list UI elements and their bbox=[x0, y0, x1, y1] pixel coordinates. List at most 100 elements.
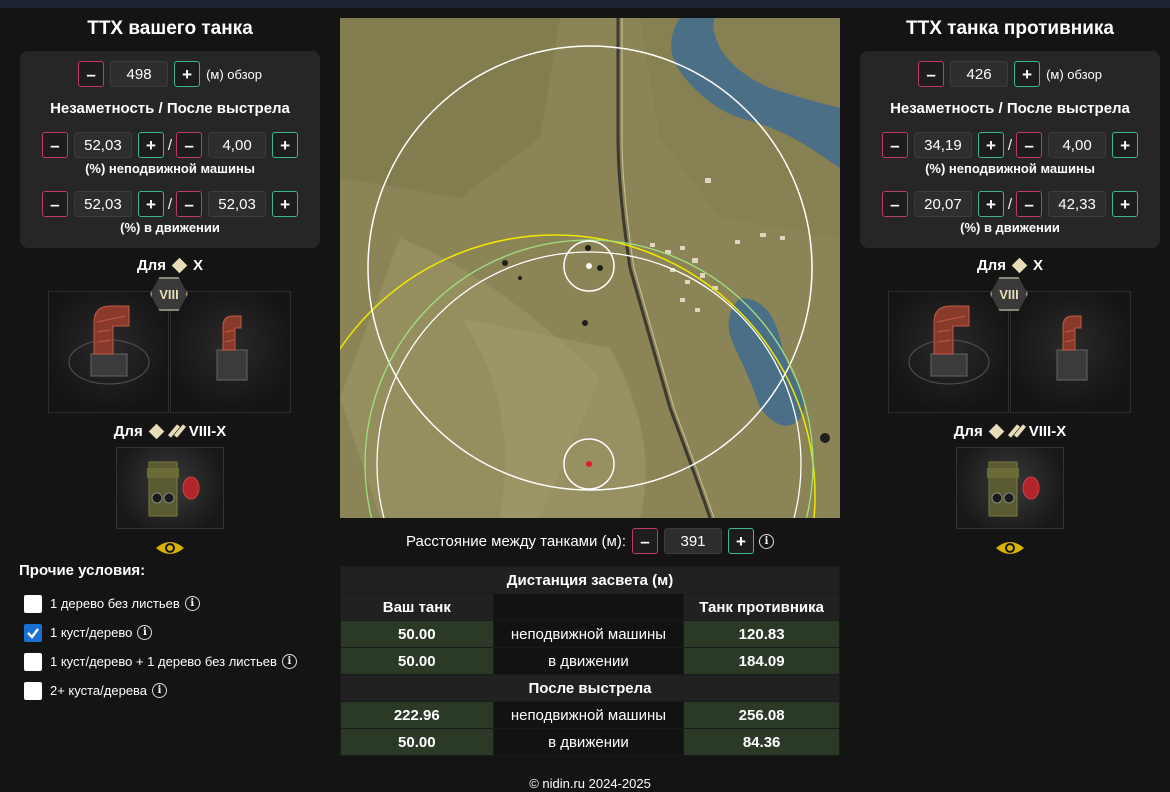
mode-label: неподвижной машины bbox=[492, 701, 685, 729]
eye-icon[interactable] bbox=[155, 539, 185, 557]
battle-map[interactable] bbox=[340, 18, 840, 518]
view-range-plus-button[interactable]: + bbox=[1014, 61, 1041, 87]
condition-checkbox[interactable] bbox=[24, 652, 42, 671]
info-icon[interactable]: i bbox=[152, 683, 168, 698]
other-conditions: Прочие условия: 1 дерево без листьев i 1… bbox=[19, 562, 339, 705]
view-range-input[interactable]: 498 bbox=[110, 61, 169, 87]
equipment-tier-heading: Для X bbox=[20, 255, 320, 275]
moving-camo-minus-button[interactable]: – bbox=[41, 191, 68, 217]
distance-input[interactable]: 391 bbox=[664, 528, 723, 554]
condition-row[interactable]: 1 куст/дерево + 1 дерево без листьев i bbox=[19, 647, 339, 676]
moving-camo-minus-button[interactable]: – bbox=[881, 191, 908, 217]
condition-checkbox[interactable] bbox=[24, 623, 42, 642]
tier-label: X bbox=[192, 256, 203, 274]
condition-label: 2+ куста/дерева bbox=[50, 683, 148, 698]
detection-table: Дистанция засвета (м) Ваш танк Танк прот… bbox=[340, 566, 840, 756]
stationary-row: – 34,19 + / – 4,00 + bbox=[860, 132, 1160, 158]
enemy-value: 120.83 bbox=[683, 620, 840, 648]
stationary-row: – 52,03 + / – 4,00 + bbox=[20, 132, 320, 158]
enemy-value: 84.36 bbox=[683, 728, 840, 756]
stationary-camo-input[interactable]: 52,03 bbox=[73, 132, 132, 158]
separator: / bbox=[1007, 136, 1013, 154]
moving-shot-input[interactable]: 42,33 bbox=[1048, 191, 1107, 217]
view-range-plus-button[interactable]: + bbox=[174, 61, 201, 87]
stationary-caption: (%) неподвижной машины bbox=[925, 161, 1095, 176]
moving-camo-plus-button[interactable]: + bbox=[137, 191, 164, 217]
table-row: 222.96 неподвижной машины 256.08 bbox=[340, 701, 840, 729]
enemy-value: 184.09 bbox=[683, 647, 840, 675]
moving-shot-plus-button[interactable]: + bbox=[272, 191, 299, 217]
eye-icon[interactable] bbox=[995, 539, 1025, 557]
tier-diamond-icon bbox=[171, 257, 188, 273]
moving-shot-minus-button[interactable]: – bbox=[176, 191, 203, 217]
view-range-label: (м) обзор bbox=[1046, 66, 1102, 82]
stationary-shot-plus-button[interactable]: + bbox=[1112, 132, 1139, 158]
improved-ventilation-equipment-slot[interactable] bbox=[1010, 291, 1131, 413]
condition-row[interactable]: 1 дерево без листьев i bbox=[19, 589, 339, 618]
stationary-shot-minus-button[interactable]: – bbox=[1016, 132, 1043, 158]
tier-label: VIII-X bbox=[1028, 422, 1067, 440]
moving-camo-input[interactable]: 52,03 bbox=[73, 191, 132, 217]
moving-camo-plus-button[interactable]: + bbox=[977, 191, 1004, 217]
condition-label: 1 дерево без листьев bbox=[50, 596, 180, 611]
view-range-input[interactable]: 426 bbox=[950, 61, 1009, 87]
tier-diamond-icon bbox=[988, 423, 1004, 439]
ventilation-icon bbox=[68, 305, 150, 385]
moving-shot-input[interactable]: 52,03 bbox=[208, 191, 267, 217]
view-range-label: (м) обзор bbox=[206, 66, 262, 82]
optics-equipment-slot[interactable] bbox=[956, 447, 1064, 529]
for-label: Для bbox=[113, 422, 143, 440]
view-range-minus-button[interactable]: – bbox=[78, 61, 105, 87]
info-icon[interactable]: i bbox=[184, 596, 200, 611]
optics-icon bbox=[147, 461, 200, 517]
yours-value: 50.00 bbox=[340, 620, 494, 648]
moving-shot-plus-button[interactable]: + bbox=[1112, 191, 1139, 217]
separator: / bbox=[167, 195, 173, 213]
stationary-camo-minus-button[interactable]: – bbox=[41, 132, 68, 158]
stationary-shot-minus-button[interactable]: – bbox=[176, 132, 203, 158]
condition-checkbox[interactable] bbox=[24, 594, 42, 613]
condition-label: 1 куст/дерево bbox=[50, 625, 133, 640]
your-tank-column: ТТХ вашего танка – 498 + (м) обзор Незам… bbox=[20, 8, 320, 557]
ventilation-icon bbox=[216, 315, 248, 381]
map-graphic bbox=[340, 18, 840, 518]
moving-shot-minus-button[interactable]: – bbox=[1016, 191, 1043, 217]
yours-value: 50.00 bbox=[340, 728, 494, 756]
stationary-camo-plus-button[interactable]: + bbox=[137, 132, 164, 158]
ventilation-icon bbox=[908, 305, 990, 385]
table-title: Дистанция засвета (м) bbox=[340, 566, 840, 594]
condition-checkbox[interactable] bbox=[24, 681, 42, 700]
distance-plus-button[interactable]: + bbox=[728, 528, 755, 554]
stationary-camo-input[interactable]: 34,19 bbox=[913, 132, 972, 158]
stationary-shot-input[interactable]: 4,00 bbox=[208, 132, 267, 158]
your-tank-title: ТТХ вашего танка bbox=[87, 18, 253, 39]
stationary-shot-plus-button[interactable]: + bbox=[272, 132, 299, 158]
table-row: 50.00 неподвижной машины 120.83 bbox=[340, 620, 840, 648]
stationary-shot-input[interactable]: 4,00 bbox=[1048, 132, 1107, 158]
optics-equipment-slot[interactable] bbox=[116, 447, 224, 529]
enemy-tank-panel: – 426 + (м) обзор Незаметность / После в… bbox=[860, 51, 1160, 248]
stationary-camo-plus-button[interactable]: + bbox=[977, 132, 1004, 158]
improved-ventilation-equipment-slot[interactable] bbox=[170, 291, 291, 413]
tier-diamond-icon bbox=[148, 423, 164, 439]
condition-row[interactable]: 1 куст/дерево i bbox=[19, 618, 339, 647]
distance-minus-button[interactable]: – bbox=[632, 528, 659, 554]
yours-value: 50.00 bbox=[340, 647, 494, 675]
ventilation-equipment-slot[interactable] bbox=[48, 291, 169, 413]
info-icon[interactable]: i bbox=[759, 533, 775, 549]
condition-row[interactable]: 2+ куста/дерева i bbox=[19, 676, 339, 705]
top-bar bbox=[0, 0, 1170, 8]
view-range-minus-button[interactable]: – bbox=[918, 61, 945, 87]
info-icon[interactable]: i bbox=[281, 654, 297, 669]
moving-camo-input[interactable]: 20,07 bbox=[913, 191, 972, 217]
stationary-camo-minus-button[interactable]: – bbox=[881, 132, 908, 158]
info-icon[interactable]: i bbox=[137, 625, 153, 640]
distance-row: Расстояние между танками (м): – 391 + i bbox=[340, 528, 840, 554]
equipment-tier-heading: Для X bbox=[860, 255, 1160, 275]
tier-label: X bbox=[1032, 256, 1043, 274]
table-section-title: После выстрела bbox=[340, 674, 840, 702]
enemy-tank-column: ТТХ танка противника – 426 + (м) обзор Н… bbox=[860, 8, 1160, 557]
column-header-mode bbox=[492, 593, 685, 621]
ventilation-equipment-slot[interactable] bbox=[888, 291, 1009, 413]
optics-icon bbox=[987, 461, 1040, 517]
